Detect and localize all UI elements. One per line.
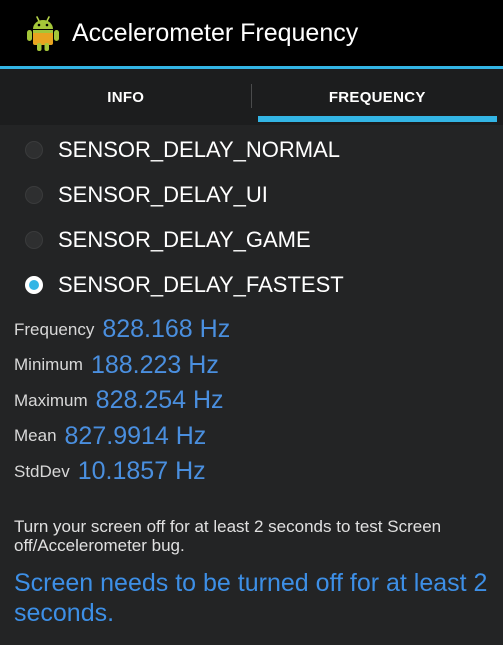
tab-frequency[interactable]: FREQUENCY [252,69,503,125]
radio-unchecked-icon[interactable] [25,140,43,159]
stat-maximum: Maximum 828.254 Hz [14,383,494,419]
radio-unchecked-icon[interactable] [25,185,43,204]
stat-label: Maximum [14,390,88,410]
stat-value: 828.168 Hz [102,315,231,344]
sensor-delay-radio-group: SENSOR_DELAY_NORMAL SENSOR_DELAY_UI SENS… [0,125,503,307]
tab-info-label: INFO [107,88,145,106]
tab-info[interactable]: INFO [0,69,252,125]
app-title: Accelerometer Frequency [72,18,359,47]
stat-stddev: StdDev 10.1857 Hz [14,454,494,490]
action-bar: Accelerometer Frequency [0,0,503,66]
status-message: Screen needs to be turned off for at lea… [14,569,488,627]
app-screen: Accelerometer Frequency INFO FREQUENCY S… [0,0,503,645]
stat-label: Mean [14,426,57,446]
stat-label: Minimum [14,355,83,375]
stat-frequency: Frequency 828.168 Hz [14,312,494,348]
radio-label: SENSOR_DELAY_UI [58,181,268,207]
stat-value: 188.223 Hz [90,350,219,379]
stat-label: StdDev [14,461,70,481]
radio-sensor-delay-normal[interactable]: SENSOR_DELAY_NORMAL [0,127,503,172]
stat-value: 828.254 Hz [95,386,224,415]
tab-frequency-label: FREQUENCY [328,88,426,106]
frequency-stats: Frequency 828.168 Hz Minimum 188.223 Hz … [14,312,494,490]
radio-label: SENSOR_DELAY_NORMAL [58,136,341,162]
radio-sensor-delay-game[interactable]: SENSOR_DELAY_GAME [0,217,503,262]
screen-off-hint: Turn your screen off for at least 2 seco… [14,517,442,555]
radio-checked-icon[interactable] [25,275,43,294]
stat-value: 827.9914 Hz [64,421,207,450]
radio-sensor-delay-ui[interactable]: SENSOR_DELAY_UI [0,172,503,217]
radio-sensor-delay-fastest[interactable]: SENSOR_DELAY_FASTEST [0,262,503,307]
stat-minimum: Minimum 188.223 Hz [14,348,494,384]
tab-bar: INFO FREQUENCY [0,69,503,125]
stat-label: Frequency [14,319,95,339]
radio-label: SENSOR_DELAY_GAME [58,226,311,252]
android-robot-icon[interactable] [26,14,60,52]
radio-label: SENSOR_DELAY_FASTEST [58,271,344,297]
tab-selected-indicator [257,116,497,122]
radio-unchecked-icon[interactable] [25,230,43,249]
stat-value: 10.1857 Hz [77,457,206,486]
stat-mean: Mean 827.9914 Hz [14,419,494,455]
